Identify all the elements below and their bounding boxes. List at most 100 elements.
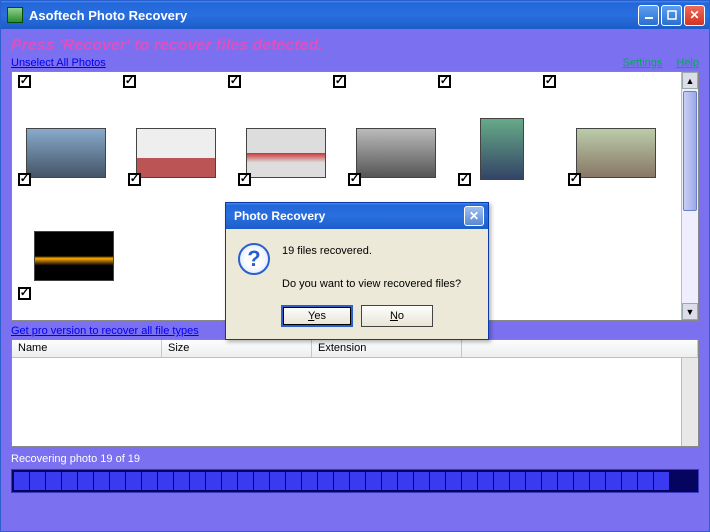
photo-checkbox[interactable] [238,173,251,186]
photo-checkbox[interactable] [348,173,361,186]
photo-thumbnail[interactable] [136,128,216,178]
progress-segment [174,472,189,490]
progress-segment [542,472,557,490]
dialog-title: Photo Recovery [234,209,464,223]
column-header-extension[interactable]: Extension [312,340,462,357]
progress-segment [622,472,637,490]
progress-segment [78,472,93,490]
table-scrollbar[interactable] [681,358,698,446]
photo-checkbox[interactable] [568,173,581,186]
photo-checkbox[interactable] [333,75,346,88]
top-link-row: Unselect All Photos Settings Help [11,57,699,69]
progress-segment [318,472,333,490]
photo-thumbnail[interactable] [26,128,106,178]
progress-segment [94,472,109,490]
progress-segment [654,472,669,490]
question-icon: ? [238,243,270,275]
dialog-line2: Do you want to view recovered files? [282,276,461,293]
progress-segment [398,472,413,490]
progress-segment [526,472,541,490]
photo-checkbox[interactable] [543,75,556,88]
column-header-name[interactable]: Name [12,340,162,357]
close-button[interactable]: ✕ [684,5,705,26]
photo-checkbox[interactable] [18,75,31,88]
settings-link[interactable]: Settings [623,57,663,69]
progress-segment [270,472,285,490]
photo-checkbox[interactable] [128,173,141,186]
yes-button[interactable]: Yes [281,305,353,327]
top-checkbox-row [12,72,698,88]
recovery-dialog: Photo Recovery ✕ ? 19 files recovered. D… [225,202,489,340]
progress-segment [238,472,253,490]
progress-segment [158,472,173,490]
photo-checkbox[interactable] [18,287,31,300]
thumbnail-cell [26,227,120,281]
table-header: Name Size Extension [12,340,698,358]
photo-thumbnail[interactable] [480,118,524,180]
thumbnail-cell [128,128,222,180]
dialog-titlebar: Photo Recovery ✕ [226,203,488,229]
progress-segment [206,472,221,490]
column-header-empty[interactable] [462,340,698,357]
progress-segment [558,472,573,490]
progress-segment [254,472,269,490]
thumbnail-row-1 [12,88,698,180]
dialog-buttons: Yes No [226,305,488,339]
progress-segment [334,472,349,490]
photo-checkbox[interactable] [123,75,136,88]
titlebar: Asoftech Photo Recovery ✕ [1,1,709,29]
thumbnail-cell [348,128,442,180]
photo-checkbox[interactable] [438,75,451,88]
scroll-thumb[interactable] [683,91,697,211]
vertical-scrollbar[interactable]: ▲ ▼ [681,72,698,320]
window-title: Asoftech Photo Recovery [29,8,638,23]
maximize-button[interactable] [661,5,682,26]
progress-segment [30,472,45,490]
progress-segment [478,472,493,490]
window-buttons: ✕ [638,5,705,26]
instruction-text: Press 'Recover' to recover files detecte… [11,37,699,55]
progress-segment [14,472,29,490]
progress-segment [46,472,61,490]
photo-thumbnail[interactable] [356,128,436,178]
photo-checkbox[interactable] [458,173,471,186]
progress-segment [462,472,477,490]
progress-segment [62,472,77,490]
photo-thumbnail[interactable] [576,128,656,178]
scroll-up-button[interactable]: ▲ [682,72,698,89]
progress-segment [126,472,141,490]
progress-segment [142,472,157,490]
progress-segment [350,472,365,490]
progress-segment [110,472,125,490]
progress-segment [446,472,461,490]
scroll-track[interactable] [682,89,698,303]
dialog-body: ? 19 files recovered. Do you want to vie… [226,229,488,305]
unselect-all-link[interactable]: Unselect All Photos [11,57,106,69]
photo-checkbox[interactable] [18,173,31,186]
progress-segment [606,472,621,490]
scroll-down-button[interactable]: ▼ [682,303,698,320]
progress-segment [382,472,397,490]
dialog-text: 19 files recovered. Do you want to view … [282,243,461,293]
photo-checkbox[interactable] [228,75,241,88]
thumbnail-cell [18,128,112,180]
help-link[interactable]: Help [676,57,699,69]
progress-segment [414,472,429,490]
no-button[interactable]: No [361,305,433,327]
app-icon [7,7,23,23]
dialog-close-button[interactable]: ✕ [464,206,484,226]
dialog-line1: 19 files recovered. [282,243,461,260]
progress-segment [302,472,317,490]
progress-segment [366,472,381,490]
progress-segment [190,472,205,490]
column-header-size[interactable]: Size [162,340,312,357]
thumbnail-cell [238,128,332,180]
thumbnail-cell [568,128,662,180]
progress-segment [222,472,237,490]
minimize-button[interactable] [638,5,659,26]
photo-thumbnail[interactable] [34,231,114,281]
progress-segment [638,472,653,490]
photo-thumbnail[interactable] [246,128,326,178]
progress-segment [286,472,301,490]
status-text: Recovering photo 19 of 19 [11,453,699,465]
